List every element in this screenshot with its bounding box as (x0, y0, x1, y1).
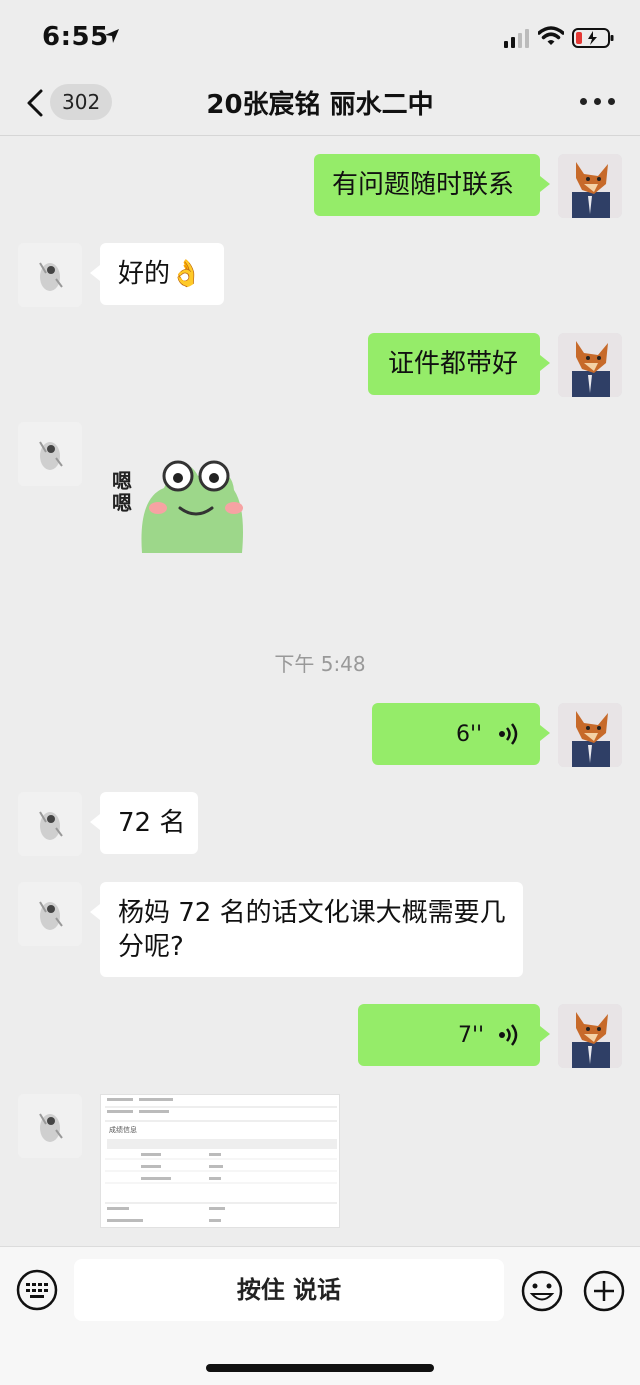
score-report-image (101, 1095, 339, 1227)
image-section-heading: 成绩信息 (109, 1126, 137, 1134)
fox-avatar-image (558, 703, 622, 767)
message-text: 72 名 (118, 808, 186, 838)
image-message[interactable]: 成绩信息 (100, 1094, 340, 1228)
contact-avatar[interactable] (18, 243, 82, 307)
hold-to-talk-button[interactable]: 按住 说话 (74, 1259, 504, 1321)
message-text-line-2: 分呢? (118, 932, 184, 962)
message-bubble-sent[interactable]: 有问题随时联系 (314, 154, 550, 216)
message-bubble-received[interactable]: 72 名 (90, 792, 198, 854)
message-bubble-received[interactable]: 好的👌 (90, 243, 224, 305)
frog-sticker-image (141, 460, 243, 553)
contact-avatar[interactable] (18, 882, 82, 946)
frog-sticker[interactable]: 嗯嗯 (112, 458, 247, 553)
cat-avatar-image (18, 1094, 82, 1158)
voice-duration: 6'' (456, 722, 483, 747)
location-arrow-icon (105, 29, 119, 43)
signal-icon (504, 29, 529, 48)
message-text: 证件都带好 (388, 349, 519, 379)
contact-avatar[interactable] (18, 792, 82, 856)
contact-avatar[interactable] (18, 422, 82, 486)
message-bubble-received[interactable]: 杨妈 72 名的话文化课大概需要几 分呢? (90, 882, 523, 977)
emoji-icon[interactable] (520, 1269, 564, 1313)
message-text: 好的👌 (118, 259, 203, 289)
contact-avatar[interactable] (18, 1094, 82, 1158)
voice-message-sent[interactable]: 6'' (372, 703, 550, 765)
voice-wave-icon (499, 1024, 518, 1046)
my-avatar[interactable] (558, 703, 622, 767)
more-button[interactable] (578, 88, 618, 112)
message-text-line-1: 杨妈 72 名的话文化课大概需要几 (118, 898, 506, 928)
cat-avatar-image (18, 882, 82, 946)
fox-avatar-image (558, 333, 622, 397)
wifi-icon (538, 26, 564, 45)
home-indicator[interactable] (206, 1364, 434, 1372)
voice-wave-icon (499, 723, 518, 745)
cat-avatar-image (18, 792, 82, 856)
voice-message-sent[interactable]: 7'' (358, 1004, 550, 1066)
plus-icon[interactable] (582, 1269, 626, 1313)
status-bar: 6:55 (0, 0, 640, 76)
voice-duration: 7'' (458, 1023, 485, 1048)
fox-avatar-image (558, 154, 622, 218)
chat-header: 302 20张宸铭 丽水二中 (0, 76, 640, 136)
cat-avatar-image (18, 422, 82, 486)
chat-timestamp: 下午 5:48 (274, 652, 366, 676)
my-avatar[interactable] (558, 154, 622, 218)
message-text: 有问题随时联系 (332, 170, 515, 200)
status-time: 6:55 (42, 22, 109, 52)
fox-avatar-image (558, 1004, 622, 1068)
cat-avatar-image (18, 243, 82, 307)
sticker-caption: 嗯嗯 (112, 469, 132, 515)
battery-icon (572, 28, 614, 48)
message-bubble-sent[interactable]: 证件都带好 (368, 333, 550, 395)
my-avatar[interactable] (558, 1004, 622, 1068)
keyboard-icon[interactable] (16, 1269, 58, 1311)
chat-title: 20张宸铭 丽水二中 (206, 90, 434, 120)
my-avatar[interactable] (558, 333, 622, 397)
